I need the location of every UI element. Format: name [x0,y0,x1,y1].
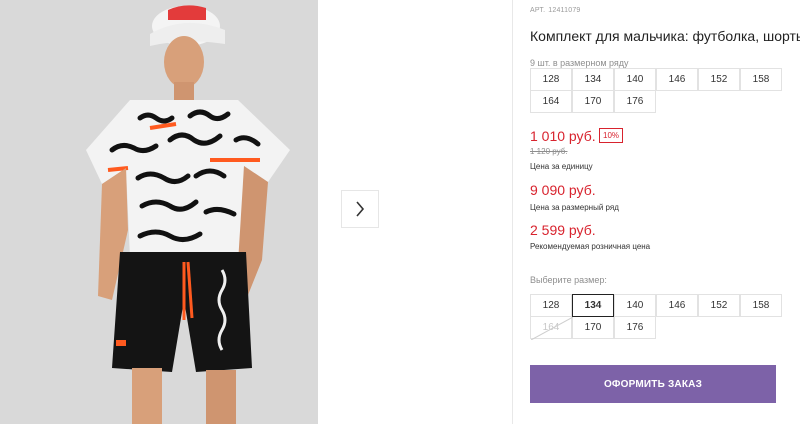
product-photo [0,0,318,424]
size-option-170[interactable]: 170 [572,316,614,339]
size-row-cell: 146 [656,68,698,91]
size-option-134-selected[interactable]: 134 [572,294,614,317]
row-price: 9 090 руб. [530,182,596,198]
chevron-right-icon [356,201,365,217]
unit-price-label: Цена за единицу [530,162,593,171]
size-picker: 128 134 140 146 152 158 164 170 176 [530,294,782,340]
sku-label: АРТ. [530,7,546,14]
panel-divider [512,0,513,424]
product-info-panel: АРТ. 12411079 Комплект для мальчика: футб… [530,0,800,424]
place-order-button[interactable]: ОФОРМИТЬ ЗАКАЗ [530,365,776,403]
size-row-cell: 176 [614,90,656,113]
size-option-164-unavailable: 164 [530,316,573,340]
product-title: Комплект для мальчика: футболка, шорты [530,28,800,44]
sku-value: 12411079 [548,7,581,14]
size-row-cell: 170 [572,90,614,113]
product-gallery [0,0,513,424]
size-option-152[interactable]: 152 [698,294,740,317]
size-option-128[interactable]: 128 [530,294,572,317]
strikethrough-icon [531,317,573,340]
row-price-label: Цена за размерный ряд [530,203,619,212]
unit-price: 1 010 руб. [530,128,596,144]
retail-price: 2 599 руб. [530,222,596,238]
size-row-cell: 140 [614,68,656,91]
size-option-158[interactable]: 158 [740,294,782,317]
size-option-176[interactable]: 176 [614,316,656,339]
old-price: 1 120 руб. [530,147,568,156]
size-row-grid: 128 134 140 146 152 158 164 170 176 [530,68,782,113]
size-row-cell: 158 [740,68,782,91]
size-row-cell: 134 [572,68,614,91]
retail-price-label: Рекомендуемая розничная цена [530,242,651,251]
size-row-cell: 152 [698,68,740,91]
size-row-cell: 128 [530,68,572,91]
size-option-140[interactable]: 140 [614,294,656,317]
choose-size-label: Выберите размер: [530,275,607,285]
discount-badge: 10% [599,128,624,143]
sku: АРТ. 12411079 [530,7,581,14]
boy-in-outfit-illustration [0,0,318,424]
next-image-button[interactable] [341,190,379,228]
size-row-cell: 164 [530,90,572,113]
size-row-note: 9 шт. в размерном ряду [530,58,629,68]
size-option-146[interactable]: 146 [656,294,698,317]
